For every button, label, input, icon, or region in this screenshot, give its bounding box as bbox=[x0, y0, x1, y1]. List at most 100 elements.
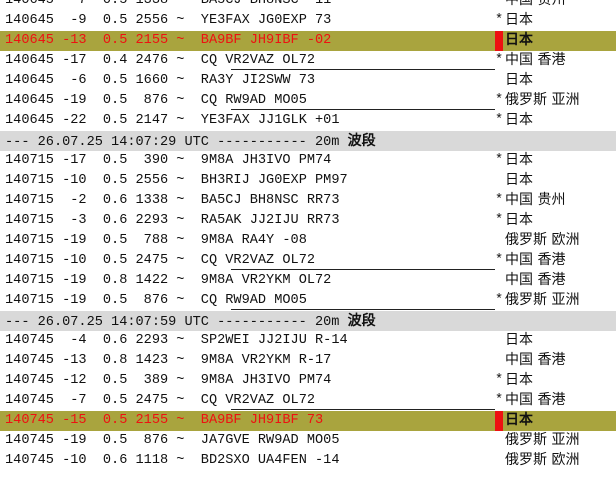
decode-fields: 140745 -7 0.5 2475 ~ bbox=[5, 393, 201, 408]
country-label: 日本 bbox=[505, 152, 533, 168]
new-call-star: * bbox=[495, 93, 504, 108]
decode-row[interactable]: 140715 -19 0.5 788 ~ 9M8A RA4Y -08 俄罗斯 欧洲 bbox=[0, 231, 616, 251]
period-separator[interactable]: --- 26.07.25 14:07:29 UTC ----------- 20… bbox=[0, 131, 616, 151]
decode-row[interactable]: 140715 -2 0.6 1338 ~ BA5CJ BH8NSC RR73 * 中… bbox=[0, 191, 616, 211]
decode-fields: 140715 -10 0.5 2475 ~ bbox=[5, 253, 201, 268]
decode-message: BA9BF JH9IBF -02 bbox=[200, 33, 332, 48]
decode-line: 140645 -17 0.4 2476 ~ CQ VR2VAZ OL72 bbox=[5, 53, 315, 69]
decode-fields: 140745 -13 0.8 1423 ~ bbox=[5, 353, 201, 368]
new-call-star: * bbox=[495, 13, 504, 28]
country-label: 中国 香港 bbox=[505, 272, 566, 288]
decode-message: 9M8A VR2YKM R-17 bbox=[200, 353, 332, 368]
new-call-star: * bbox=[495, 53, 504, 68]
decode-row[interactable]: 140745 -7 0.5 2475 ~ CQ VR2VAZ OL72 * 中国 香… bbox=[0, 391, 616, 411]
decode-row[interactable]: 140715 -17 0.5 390 ~ 9M8A JH3IVO PM74 * 日本 bbox=[0, 151, 616, 171]
decode-row[interactable]: 140745 -12 0.5 389 ~ 9M8A JH3IVO PM74 * 日本 bbox=[0, 371, 616, 391]
new-call-star: * bbox=[495, 213, 504, 228]
decode-message: 9M8A JH3IVO PM74 bbox=[200, 153, 332, 168]
decode-line: 140645 -22 0.5 2147 ~ YE3FAX JJ1GLK +01 bbox=[5, 113, 339, 129]
cq-underline bbox=[231, 309, 495, 310]
separator-text: --- 26.07.25 14:07:59 UTC ----------- 20… bbox=[5, 313, 376, 331]
decode-row[interactable]: 140715 -3 0.6 2293 ~ RA5AK JJ2IJU RR73 * 日… bbox=[0, 211, 616, 231]
cq-message: CQ VR2VAZ OL72 bbox=[200, 253, 316, 268]
decode-line: 140715 -3 0.6 2293 ~ RA5AK JJ2IJU RR73 bbox=[5, 213, 339, 229]
decode-row[interactable]: 140645 -9 0.5 2556 ~ YE3FAX JG0EXP 73 * 日本 bbox=[0, 11, 616, 31]
band-label: 波段 bbox=[347, 133, 376, 149]
decode-fields: 140645 -22 0.5 2147 ~ bbox=[5, 113, 201, 128]
decode-message: JA7GVE RW9AD MO05 bbox=[200, 433, 340, 448]
period-separator[interactable]: --- 26.07.25 14:07:59 UTC ----------- 20… bbox=[0, 311, 616, 331]
decode-row[interactable]: 140645 -17 0.4 2476 ~ CQ VR2VAZ OL72 * 中国 … bbox=[0, 51, 616, 71]
decode-fields: 140715 -19 0.8 1422 ~ bbox=[5, 273, 201, 288]
band-label: 波段 bbox=[347, 313, 376, 329]
decode-line: 140715 -19 0.5 788 ~ 9M8A RA4Y -08 bbox=[5, 233, 307, 249]
decode-fields: 140715 -19 0.5 876 ~ bbox=[5, 293, 201, 308]
decode-fields: 140645 -17 0.4 2476 ~ bbox=[5, 53, 201, 68]
decode-line: 140745 -15 0.5 2155 ~ BA9BF JH9IBF 73 bbox=[5, 413, 323, 429]
decode-line: 140745 -12 0.5 389 ~ 9M8A JH3IVO PM74 bbox=[5, 373, 331, 389]
decode-message: YE3FAX JG0EXP 73 bbox=[200, 13, 332, 28]
decode-fields: 140715 -3 0.6 2293 ~ bbox=[5, 213, 201, 228]
decode-message: RA5AK JJ2IJU RR73 bbox=[200, 213, 340, 228]
country-label: 日本 bbox=[505, 172, 533, 188]
decode-row[interactable]: 140745 -10 0.6 1118 ~ BD2SXO UA4FEN -14 俄… bbox=[0, 451, 616, 471]
decode-row[interactable]: 140715 -19 0.8 1422 ~ 9M8A VR2YKM OL72 中国… bbox=[0, 271, 616, 291]
decode-row[interactable]: 140645 -7 0.5 1338 ~ BA5CJ BH8NSC -11 中国 … bbox=[0, 0, 616, 11]
decode-line: 140645 -19 0.5 876 ~ CQ RW9AD MO05 bbox=[5, 93, 307, 109]
call-marker bbox=[495, 411, 503, 431]
country-label: 中国 香港 bbox=[505, 252, 566, 268]
cq-underline bbox=[231, 69, 495, 70]
country-label: 中国 香港 bbox=[505, 52, 566, 68]
new-call-star: * bbox=[495, 193, 504, 208]
decode-row[interactable]: 140745 -19 0.5 876 ~ JA7GVE RW9AD MO05 俄罗… bbox=[0, 431, 616, 451]
decode-fields: 140715 -19 0.5 788 ~ bbox=[5, 233, 201, 248]
decode-row[interactable]: 140715 -10 0.5 2556 ~ BH3RIJ JG0EXP PM97… bbox=[0, 171, 616, 191]
decode-message: SP2WEI JJ2IJU R-14 bbox=[200, 333, 348, 348]
decode-message: YE3FAX JJ1GLK +01 bbox=[200, 113, 340, 128]
decode-row[interactable]: 140645 -19 0.5 876 ~ CQ RW9AD MO05 * 俄罗斯 亚… bbox=[0, 91, 616, 111]
decode-line: 140645 -7 0.5 1338 ~ BA5CJ BH8NSC -11 bbox=[5, 0, 331, 9]
decode-message: BA5CJ BH8NSC -11 bbox=[200, 0, 332, 8]
decode-line: 140645 -6 0.5 1660 ~ RA3Y JI2SWW 73 bbox=[5, 73, 315, 89]
country-label: 日本 bbox=[505, 72, 533, 88]
decode-log[interactable]: 140645 -7 0.5 1338 ~ BA5CJ BH8NSC -11 中国 … bbox=[0, 0, 616, 471]
separator-text: --- 26.07.25 14:07:29 UTC ----------- 20… bbox=[5, 133, 376, 151]
decode-row[interactable]: 140745 -13 0.8 1423 ~ 9M8A VR2YKM R-17 中国… bbox=[0, 351, 616, 371]
decode-message: RA3Y JI2SWW 73 bbox=[200, 73, 316, 88]
country-label: 俄罗斯 欧洲 bbox=[505, 232, 580, 248]
decode-fields: 140715 -2 0.6 1338 ~ bbox=[5, 193, 201, 208]
decode-line: 140715 -2 0.6 1338 ~ BA5CJ BH8NSC RR73 bbox=[5, 193, 339, 209]
cq-message: CQ VR2VAZ OL72 bbox=[200, 53, 316, 68]
decode-message: BD2SXO UA4FEN -14 bbox=[200, 453, 340, 468]
decode-message: BH3RIJ JG0EXP PM97 bbox=[200, 173, 348, 188]
new-call-star: * bbox=[495, 293, 504, 308]
decode-message: 9M8A RA4Y -08 bbox=[200, 233, 307, 248]
decode-fields: 140645 -13 0.5 2155 ~ bbox=[5, 33, 201, 48]
decode-line: 140645 -13 0.5 2155 ~ BA9BF JH9IBF -02 bbox=[5, 33, 331, 49]
decode-message: 9M8A VR2YKM OL72 bbox=[200, 273, 332, 288]
decode-row-highlighted[interactable]: 140645 -13 0.5 2155 ~ BA9BF JH9IBF -02 日本 bbox=[0, 31, 616, 51]
decode-row[interactable]: 140715 -19 0.5 876 ~ CQ RW9AD MO05 * 俄罗斯 亚… bbox=[0, 291, 616, 311]
new-call-star: * bbox=[495, 153, 504, 168]
decode-fields: 140745 -15 0.5 2155 ~ bbox=[5, 413, 201, 428]
decode-row[interactable]: 140645 -22 0.5 2147 ~ YE3FAX JJ1GLK +01 *… bbox=[0, 111, 616, 131]
new-call-star: * bbox=[495, 113, 504, 128]
cq-message: CQ VR2VAZ OL72 bbox=[200, 393, 316, 408]
country-label: 日本 bbox=[505, 32, 533, 48]
separator-timestamp: --- 26.07.25 14:07:29 UTC ----------- 20… bbox=[5, 135, 348, 150]
cq-underline bbox=[231, 409, 495, 410]
decode-line: 140745 -19 0.5 876 ~ JA7GVE RW9AD MO05 bbox=[5, 433, 339, 449]
cq-message: CQ RW9AD MO05 bbox=[200, 93, 307, 108]
decode-row[interactable]: 140715 -10 0.5 2475 ~ CQ VR2VAZ OL72 * 中国 … bbox=[0, 251, 616, 271]
decode-row[interactable]: 140745 -4 0.6 2293 ~ SP2WEI JJ2IJU R-14 日… bbox=[0, 331, 616, 351]
decode-row[interactable]: 140645 -6 0.5 1660 ~ RA3Y JI2SWW 73 日本 bbox=[0, 71, 616, 91]
decode-line: 140715 -17 0.5 390 ~ 9M8A JH3IVO PM74 bbox=[5, 153, 331, 169]
decode-line: 140715 -10 0.5 2556 ~ BH3RIJ JG0EXP PM97 bbox=[5, 173, 348, 189]
cq-message: CQ RW9AD MO05 bbox=[200, 293, 307, 308]
decode-fields: 140715 -10 0.5 2556 ~ bbox=[5, 173, 201, 188]
call-marker bbox=[495, 31, 503, 51]
cq-underline bbox=[231, 109, 495, 110]
country-label: 日本 bbox=[505, 12, 533, 28]
decode-row-highlighted[interactable]: 140745 -15 0.5 2155 ~ BA9BF JH9IBF 73 日本 bbox=[0, 411, 616, 431]
decode-line: 140745 -13 0.8 1423 ~ 9M8A VR2YKM R-17 bbox=[5, 353, 331, 369]
